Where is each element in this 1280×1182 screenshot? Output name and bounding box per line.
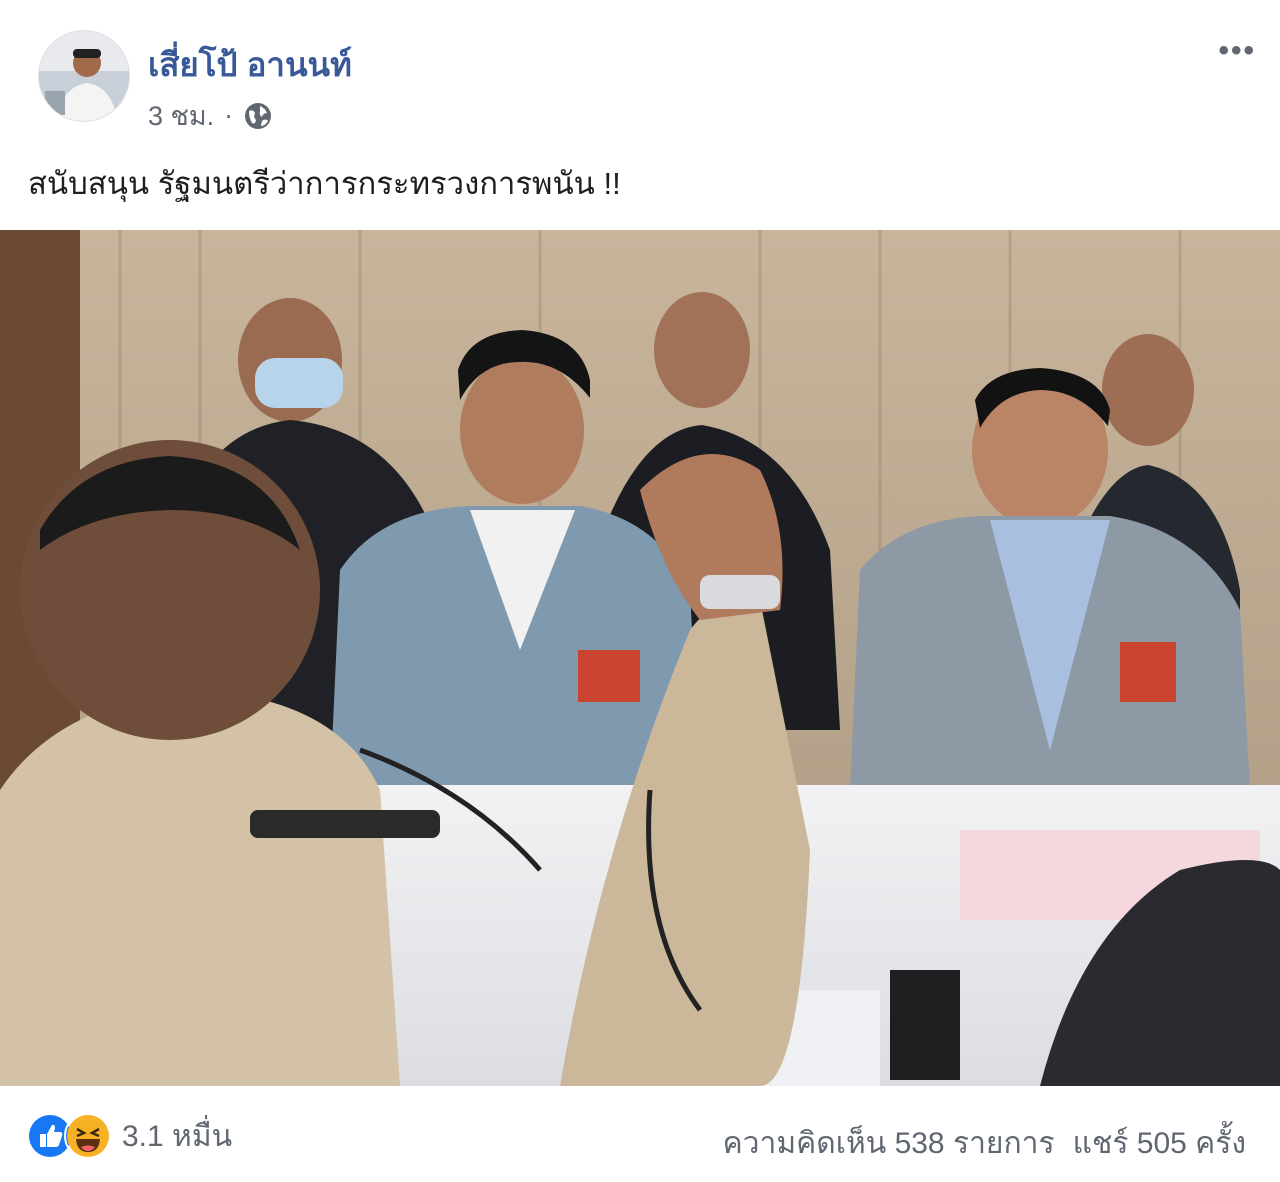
post-timestamp[interactable]: 3 ชม. [148,94,214,137]
post-footer: 3.1 หมื่น ความคิดเห็น 538 รายการ แชร์ 50… [0,1100,1280,1182]
post-header: เสี่ยโป้ อานนท์ 3 ชม. · ••• [30,28,1260,138]
engagement-stats: ความคิดเห็น 538 รายการ แชร์ 505 ครั้ง [723,1120,1246,1167]
more-options-icon[interactable]: ••• [1218,34,1256,68]
reaction-count: 3.1 หมื่น [122,1119,233,1153]
author-name-link[interactable]: เสี่ยโป้ อานนท์ [148,38,352,91]
haha-icon [64,1112,112,1160]
author-avatar[interactable] [38,30,130,122]
globe-icon[interactable] [243,101,273,131]
reaction-summary[interactable]: 3.1 หมื่น [26,1112,232,1160]
post-photo[interactable] [0,230,1280,1086]
comment-count-link[interactable]: ความคิดเห็น 538 รายการ [723,1120,1055,1167]
post-meta: 3 ชม. · [148,94,273,137]
facebook-post: เสี่ยโป้ อานนท์ 3 ชม. · ••• สนับสนุน รัฐ… [0,0,1280,1182]
share-count-link[interactable]: แชร์ 505 ครั้ง [1073,1120,1246,1167]
post-caption: สนับสนุน รัฐมนตรีว่าการกระทรวงการพนัน !! [28,166,621,201]
meta-separator: · [224,100,234,130]
